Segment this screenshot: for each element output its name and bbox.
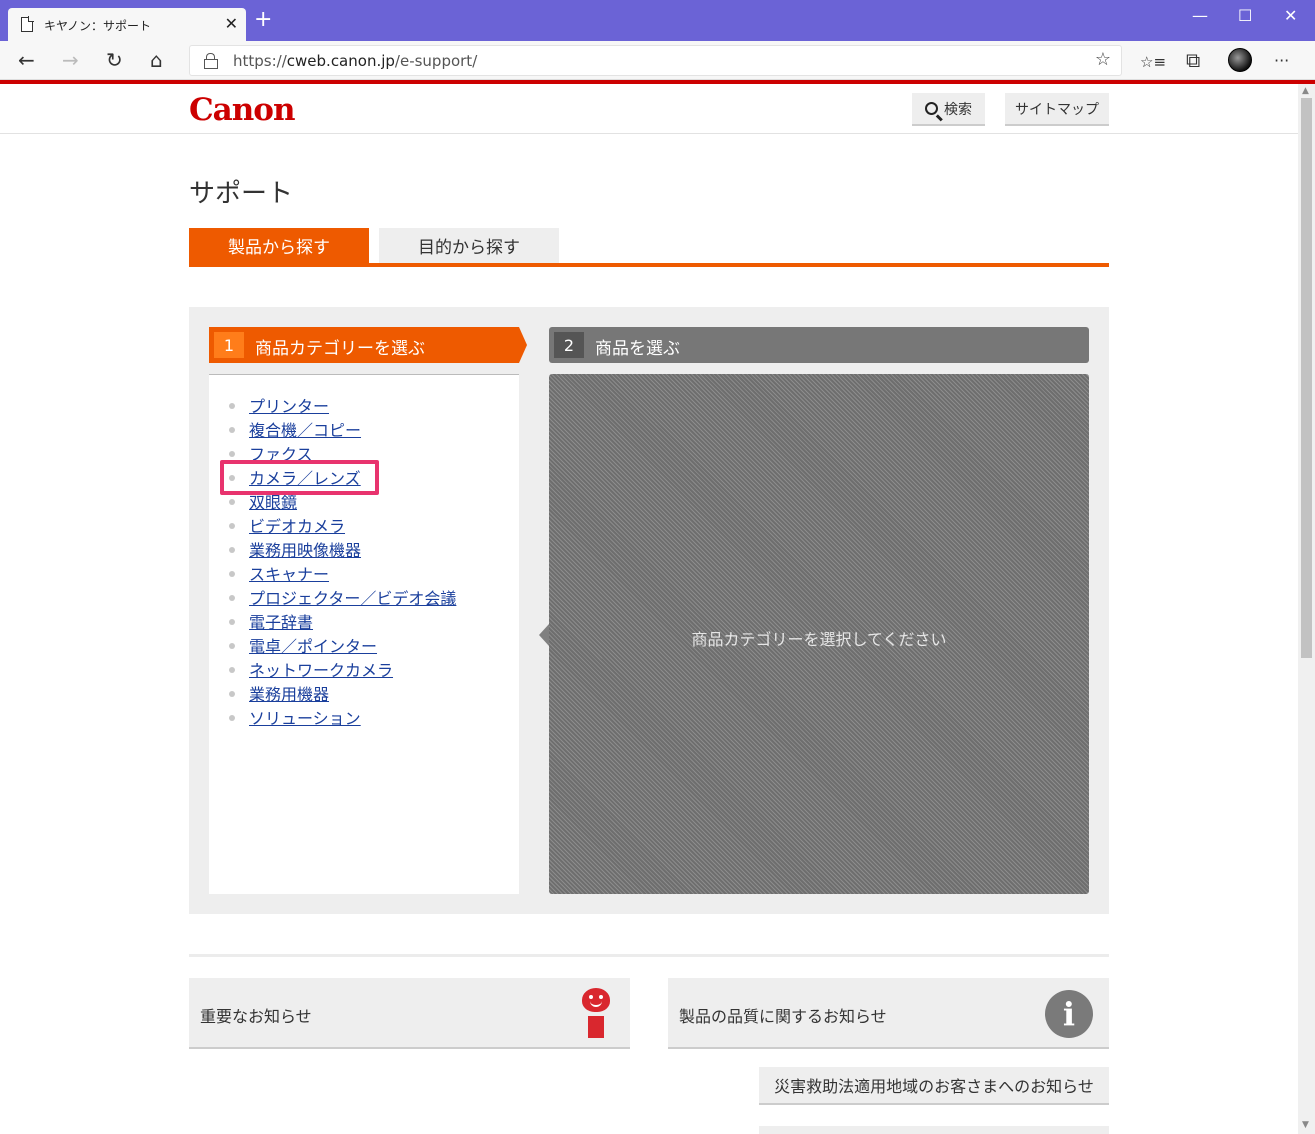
more-icon[interactable]: ···: [1274, 50, 1289, 72]
minimize-button[interactable]: —: [1192, 6, 1208, 25]
list-item: プリンター: [229, 393, 456, 417]
step1-number: 1: [214, 332, 244, 358]
pointer-arrow-icon: [539, 624, 549, 646]
scroll-thumb[interactable]: [1301, 98, 1312, 658]
category-link-pro-video[interactable]: 業務用映像機器: [249, 537, 361, 561]
step1-label: 商品カテゴリーを選ぶ: [255, 339, 425, 359]
list-item: ファクス: [229, 441, 456, 465]
disaster-notice-button[interactable]: 災害救助法適用地域のお客さまへのお知らせ: [759, 1067, 1109, 1105]
category-link-camera-lens[interactable]: カメラ／レンズ: [249, 465, 361, 489]
list-item: 複合機／コピー: [229, 417, 456, 441]
browser-titlebar: キヤノン：サポート ✕ + — ☐ ✕: [0, 0, 1315, 41]
category-link-dictionary[interactable]: 電子辞書: [249, 609, 313, 633]
favorites-icon[interactable]: ☆≡: [1140, 51, 1166, 73]
list-item: ビデオカメラ: [229, 513, 456, 537]
bullet-icon: [229, 715, 235, 721]
canon-logo[interactable]: Canon: [189, 92, 296, 128]
tab-title: キヤノン：サポート: [44, 19, 152, 33]
new-tab-button[interactable]: +: [254, 8, 272, 32]
category-link-projector[interactable]: プロジェクター／ビデオ会議: [249, 585, 456, 609]
bullet-icon: [229, 571, 235, 577]
bullet-icon: [229, 523, 235, 529]
category-list-box: プリンター 複合機／コピー ファクス カメラ／レンズ 双眼鏡 ビデオカメラ 業務…: [209, 374, 519, 894]
tab-by-purpose[interactable]: 目的から探す: [379, 228, 559, 263]
search-button[interactable]: 検索: [912, 93, 985, 126]
category-link-video-camera[interactable]: ビデオカメラ: [249, 513, 345, 537]
category-link-solution[interactable]: ソリューション: [249, 705, 361, 729]
bullet-icon: [229, 451, 235, 457]
bullet-icon: [229, 643, 235, 649]
info-icon: i: [1045, 990, 1093, 1038]
category-list: プリンター 複合機／コピー ファクス カメラ／レンズ 双眼鏡 ビデオカメラ 業務…: [229, 393, 456, 729]
bullet-icon: [229, 475, 235, 481]
profile-avatar[interactable]: [1228, 48, 1252, 72]
step2-header: 2 商品を選ぶ: [549, 327, 1089, 363]
important-notice-label: 重要なお知らせ: [200, 1007, 312, 1026]
bullet-icon: [229, 403, 235, 409]
category-link-printer[interactable]: プリンター: [249, 393, 329, 417]
tabs-underline: [189, 263, 1109, 267]
list-item: 業務用機器: [229, 681, 456, 705]
bullet-icon: [229, 427, 235, 433]
important-notice-card[interactable]: 重要なお知らせ: [189, 978, 630, 1049]
step2-label: 商品を選ぶ: [595, 339, 680, 359]
product-list-box: 商品カテゴリーを選択してください: [549, 374, 1089, 894]
bullet-icon: [229, 691, 235, 697]
step1-header: 1 商品カテゴリーを選ぶ: [209, 327, 527, 363]
list-item: プロジェクター／ビデオ会議: [229, 585, 456, 609]
heart-mascot-icon: [582, 988, 610, 1038]
list-item: スキャナー: [229, 561, 456, 585]
bullet-icon: [229, 499, 235, 505]
category-link-mfp-copier[interactable]: 複合機／コピー: [249, 417, 361, 441]
back-icon[interactable]: ←: [18, 49, 35, 71]
bullet-icon: [229, 619, 235, 625]
scroll-down-icon[interactable]: ▼: [1302, 1120, 1309, 1130]
address-bar[interactable]: https://cweb.canon.jp/e-support/ ☆: [189, 45, 1122, 76]
section-divider: [189, 954, 1109, 957]
category-link-business-equipment[interactable]: 業務用機器: [249, 681, 329, 705]
refresh-icon[interactable]: ↻: [106, 49, 123, 71]
close-window-button[interactable]: ✕: [1284, 6, 1297, 25]
search-icon: [925, 102, 938, 115]
category-link-calculator[interactable]: 電卓／ポインター: [249, 633, 377, 657]
page-title: サポート: [189, 179, 294, 209]
category-link-scanner[interactable]: スキャナー: [249, 561, 329, 585]
bullet-icon: [229, 595, 235, 601]
product-placeholder: 商品カテゴリーを選択してください: [691, 630, 947, 649]
list-item: 双眼鏡: [229, 489, 456, 513]
sitemap-button[interactable]: サイトマップ: [1005, 93, 1109, 126]
list-item: 電子辞書: [229, 609, 456, 633]
page-icon: [21, 16, 34, 32]
home-icon[interactable]: ⌂: [150, 49, 163, 71]
bullet-icon: [229, 667, 235, 673]
list-item: ネットワークカメラ: [229, 657, 456, 681]
collections-icon[interactable]: ⧉: [1186, 49, 1200, 71]
lock-icon[interactable]: [204, 53, 218, 69]
tab-by-product[interactable]: 製品から探す: [189, 228, 369, 263]
list-item: 業務用映像機器: [229, 537, 456, 561]
list-item: カメラ／レンズ: [229, 465, 456, 489]
category-link-network-camera[interactable]: ネットワークカメラ: [249, 657, 393, 681]
category-link-binoculars[interactable]: 双眼鏡: [249, 489, 297, 513]
search-label: 検索: [944, 101, 972, 118]
quality-notice-label: 製品の品質に関するお知らせ: [679, 1007, 887, 1026]
step2-number: 2: [554, 332, 584, 358]
list-item: ソリューション: [229, 705, 456, 729]
maximize-button[interactable]: ☐: [1238, 6, 1252, 25]
site-header: Canon 検索 サイトマップ: [0, 84, 1298, 134]
favorite-star-icon[interactable]: ☆: [1095, 49, 1111, 70]
browser-toolbar: ← → ↻ ⌂ https://cweb.canon.jp/e-support/…: [0, 41, 1315, 80]
forward-icon[interactable]: →: [62, 49, 79, 71]
url-text[interactable]: https://cweb.canon.jp/e-support/: [233, 52, 477, 70]
bullet-icon: [229, 547, 235, 553]
quality-notice-card[interactable]: 製品の品質に関するお知らせ i: [668, 978, 1109, 1049]
tab-close-icon[interactable]: ✕: [225, 14, 238, 33]
browser-tab[interactable]: キヤノン：サポート ✕: [8, 8, 246, 41]
page-scrollbar[interactable]: ▲ ▼: [1298, 84, 1315, 1134]
next-notice-button[interactable]: [759, 1126, 1109, 1134]
scroll-up-icon[interactable]: ▲: [1302, 86, 1309, 96]
category-link-fax[interactable]: ファクス: [249, 441, 313, 465]
list-item: 電卓／ポインター: [229, 633, 456, 657]
